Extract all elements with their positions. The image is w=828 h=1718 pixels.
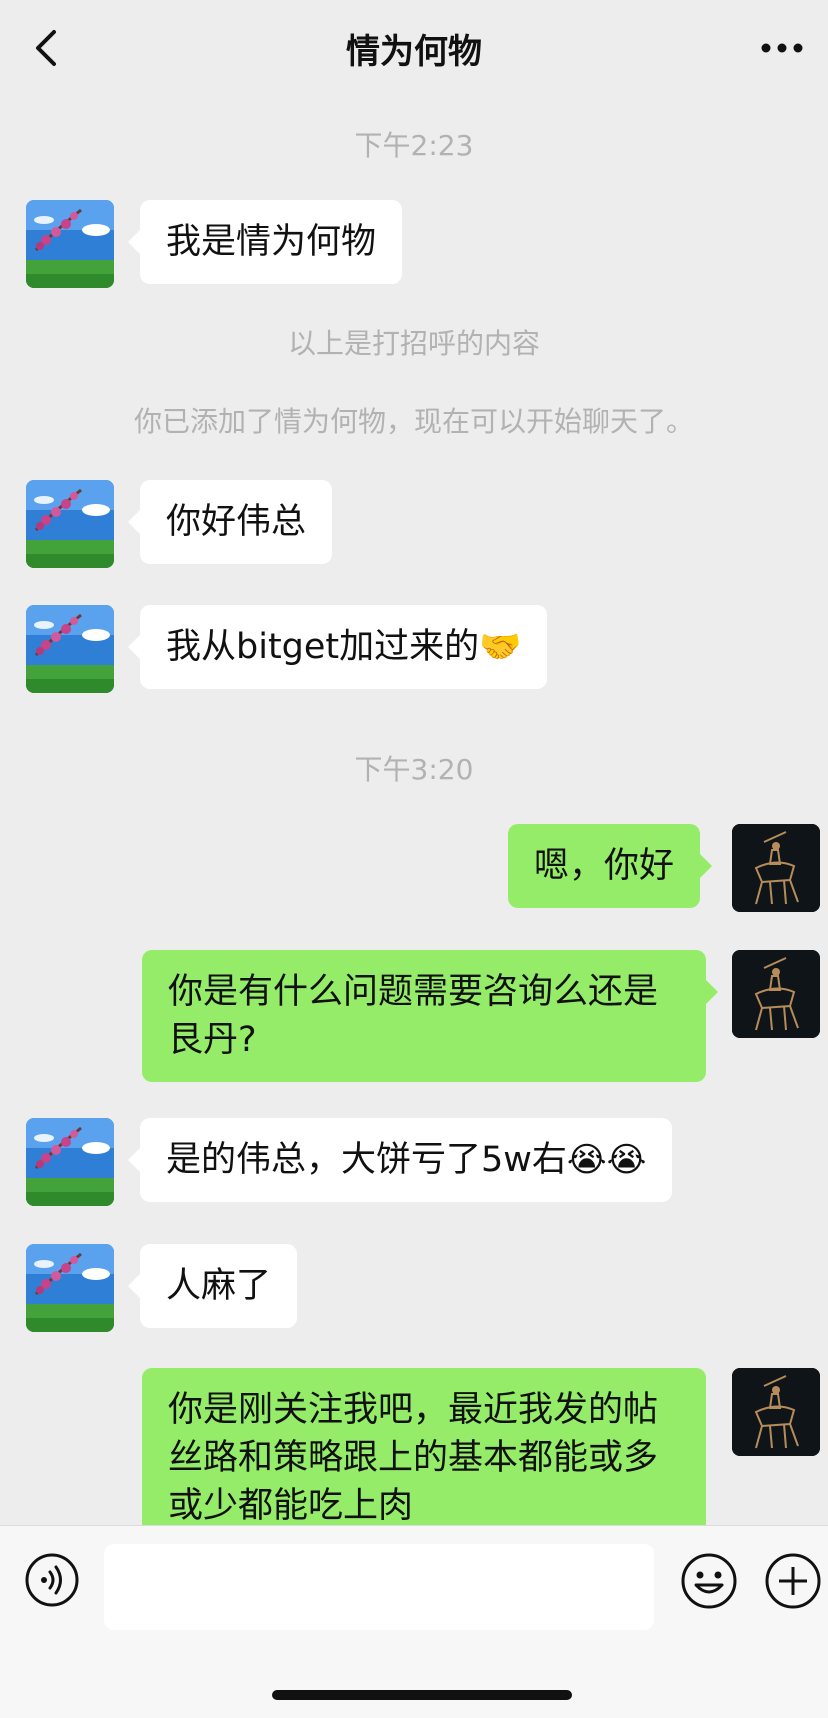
landscape-avatar-icon [26, 480, 114, 568]
chat-title: 情为何物 [346, 32, 482, 72]
message-text-line: 丝路和策略跟上的基本都能或多 [168, 1438, 659, 1478]
avatar-self[interactable] [732, 1368, 820, 1456]
landscape-avatar-icon [26, 1118, 114, 1206]
message-bubble[interactable]: 你好伟总 [127, 480, 333, 564]
system-note-added: 你已添加了情为何物，现在可以开始聊天了。 [133, 405, 694, 438]
avatar-contact[interactable] [26, 200, 114, 288]
timestamp: 下午2:23 [354, 129, 474, 162]
crying-face-emoji: 😭😭 [566, 1140, 647, 1180]
avatar-contact[interactable] [26, 605, 114, 693]
avatar-contact[interactable] [26, 1244, 114, 1332]
message-bubble[interactable]: 是的伟总，大饼亏了5w右😭😭 [127, 1118, 673, 1202]
home-indicator [272, 1690, 572, 1700]
smile-icon[interactable] [680, 1552, 738, 1610]
message-bubble[interactable]: 我从bitget加过来的🤝 [127, 605, 548, 689]
avatar-self[interactable] [732, 824, 820, 912]
input-bar [0, 1525, 828, 1718]
message-bubble[interactable]: 人麻了 [127, 1244, 298, 1328]
avatar-self[interactable] [732, 950, 820, 1038]
message-bubble[interactable]: 我是情为何物 [127, 200, 403, 284]
avatar-contact[interactable] [26, 1118, 114, 1206]
polo-horse-avatar-icon [732, 950, 820, 1038]
message-text: 人麻了 [166, 1266, 272, 1306]
message-text: 我从bitget加过来的 [166, 627, 480, 667]
handshake-emoji: 🤝 [479, 627, 522, 667]
message-text-line: 艮丹? [168, 1020, 257, 1060]
message-text: 你好伟总 [166, 502, 307, 542]
message-text: 我是情为何物 [166, 222, 377, 262]
landscape-avatar-icon [26, 605, 114, 693]
message-text: 嗯，你好 [534, 846, 675, 886]
message-bubble[interactable]: 嗯，你好 [508, 824, 713, 908]
voice-icon[interactable] [24, 1552, 80, 1608]
system-note-greeting: 以上是打招呼的内容 [287, 327, 540, 360]
message-text-line: 你是刚关注我吧，最近我发的帖 [168, 1390, 659, 1430]
landscape-avatar-icon [26, 1244, 114, 1332]
avatar-contact[interactable] [26, 480, 114, 568]
message-bubble[interactable]: 你是有什么问题需要咨询么还是 艮丹? [142, 950, 718, 1082]
message-input[interactable] [104, 1544, 654, 1630]
polo-horse-avatar-icon [732, 1368, 820, 1456]
plus-icon[interactable] [764, 1552, 822, 1610]
message-bubble[interactable]: 你是刚关注我吧，最近我发的帖 丝路和策略跟上的基本都能或多 或少都能吃上肉 [142, 1368, 706, 1525]
message-text-line: 或少都能吃上肉 [168, 1486, 414, 1525]
message-text: 是的伟总，大饼亏了5w右 [166, 1140, 567, 1180]
landscape-avatar-icon [26, 200, 114, 288]
polo-horse-avatar-icon [732, 824, 820, 912]
more-dots-icon[interactable] [758, 28, 806, 68]
top-bar: 情为何物 [0, 0, 828, 96]
timestamp: 下午3:20 [354, 753, 474, 786]
message-text-line: 你是有什么问题需要咨询么还是 [168, 972, 659, 1012]
